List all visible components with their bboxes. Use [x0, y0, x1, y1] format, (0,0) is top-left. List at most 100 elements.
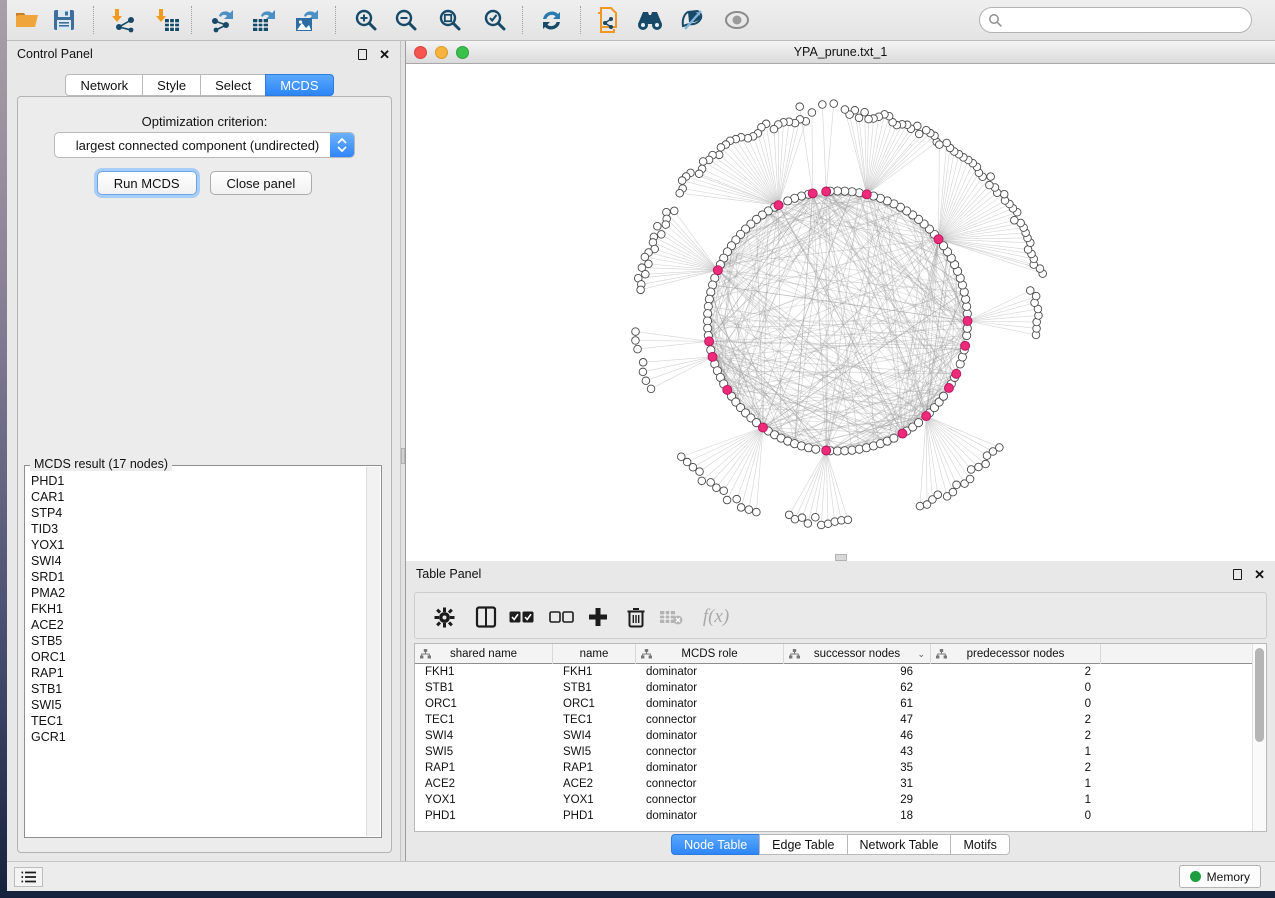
mcds-result-item[interactable]: RAP1	[31, 665, 366, 681]
import-table-icon	[155, 7, 181, 33]
tab-network[interactable]: Network	[65, 74, 142, 96]
mcds-result-item[interactable]: FKH1	[31, 601, 366, 617]
toolbar-separator	[191, 6, 192, 34]
node-table: shared name nameMCDS rolesuccessor nodes⌄…	[414, 643, 1267, 832]
table-header-row: shared name nameMCDS rolesuccessor nodes⌄…	[415, 644, 1252, 664]
table-row[interactable]: TEC1TEC1connector472	[415, 712, 1252, 728]
mcds-result-item[interactable]: SRD1	[31, 569, 366, 585]
mcds-result-item[interactable]: STB1	[31, 681, 366, 697]
table-cell: PHD1	[415, 810, 553, 822]
unchecked-boxes-icon	[549, 611, 574, 623]
delete-table-button[interactable]	[656, 602, 686, 632]
splitter-grip[interactable]	[401, 448, 405, 464]
tab-select[interactable]: Select	[200, 74, 265, 96]
table-row[interactable]: STB1STB1dominator620	[415, 680, 1252, 696]
show-column-button[interactable]	[471, 602, 501, 632]
document-share-icon	[595, 6, 621, 34]
import-network-button[interactable]	[106, 4, 142, 36]
export-network-button[interactable]	[204, 4, 240, 36]
mcds-result-item[interactable]: TEC1	[31, 713, 366, 729]
zoom-in-button[interactable]	[348, 4, 384, 36]
column-header-predecessor-nodes[interactable]: predecessor nodes	[931, 644, 1101, 664]
column-header-MCDS-role[interactable]: MCDS role	[636, 644, 784, 664]
mcds-result-item[interactable]: GCR1	[31, 729, 366, 745]
table-cell: 47	[784, 714, 931, 726]
zoom-selected-button[interactable]	[477, 4, 513, 36]
table-scrollbar[interactable]	[1252, 644, 1266, 831]
tab-motifs[interactable]: Motifs	[950, 834, 1009, 855]
float-panel-icon[interactable]	[358, 49, 367, 60]
mcds-result-item[interactable]: ORC1	[31, 649, 366, 665]
network-canvas[interactable]	[406, 64, 1275, 561]
tab-style[interactable]: Style	[142, 74, 200, 96]
optimization-criterion-select[interactable]: largest connected component (undirected)	[54, 132, 355, 158]
open-session-button[interactable]	[9, 4, 45, 36]
float-panel-icon[interactable]	[1233, 569, 1242, 580]
tab-edge-table[interactable]: Edge Table	[759, 834, 846, 855]
table-cell: dominator	[636, 698, 784, 710]
run-mcds-button[interactable]: Run MCDS	[97, 171, 197, 195]
table-row[interactable]: SWI5SWI5connector431	[415, 744, 1252, 760]
horizontal-splitter-grip[interactable]	[835, 554, 847, 561]
column-header-name[interactable]: name	[553, 644, 636, 664]
search-input[interactable]	[1002, 10, 1251, 30]
table-scrollbar-thumb[interactable]	[1255, 648, 1264, 742]
mcds-result-item[interactable]: PMA2	[31, 585, 366, 601]
mcds-result-item[interactable]: STP4	[31, 505, 366, 521]
export-table-button[interactable]	[246, 4, 282, 36]
zoom-out-button[interactable]	[388, 4, 424, 36]
mcds-result-item[interactable]: TID3	[31, 521, 366, 537]
column-label: shared name	[450, 648, 517, 660]
save-session-button[interactable]	[46, 4, 82, 36]
network-graph	[406, 64, 1275, 561]
table-cell: FKH1	[553, 666, 636, 678]
delete-column-button[interactable]	[621, 602, 651, 632]
select-value: largest connected component (undirected)	[55, 138, 330, 153]
import-table-button[interactable]	[150, 4, 186, 36]
select-all-button[interactable]	[506, 602, 536, 632]
export-image-button[interactable]	[289, 4, 325, 36]
add-column-button[interactable]	[583, 602, 613, 632]
sort-chevron-icon[interactable]: ⌄	[917, 649, 925, 660]
table-row[interactable]: YOX1YOX1connector291	[415, 792, 1252, 808]
deselect-all-button[interactable]	[546, 602, 576, 632]
show-details-button[interactable]	[719, 4, 755, 36]
mcds-result-item[interactable]: CAR1	[31, 489, 366, 505]
close-panel-button[interactable]: Close panel	[210, 171, 313, 195]
table-row[interactable]: RAP1RAP1dominator352	[415, 760, 1252, 776]
status-list-button[interactable]	[14, 867, 43, 887]
table-row[interactable]: PHD1PHD1dominator180	[415, 808, 1252, 824]
table-row[interactable]: SWI4SWI4dominator462	[415, 728, 1252, 744]
memory-button[interactable]: Memory	[1179, 865, 1261, 888]
tab-node-table[interactable]: Node Table	[671, 834, 759, 855]
close-panel-icon[interactable]: ✕	[379, 48, 390, 61]
mcds-result-item[interactable]: PHD1	[31, 473, 366, 489]
function-builder-button[interactable]: f(x)	[696, 602, 736, 632]
table-row[interactable]: FKH1FKH1dominator962	[415, 664, 1252, 680]
close-panel-icon[interactable]: ✕	[1254, 568, 1265, 581]
export-image-icon	[294, 7, 320, 33]
table-cell: 35	[784, 762, 931, 774]
mcds-result-item[interactable]: SWI4	[31, 553, 366, 569]
table-settings-button[interactable]	[429, 602, 459, 632]
mcds-result-item[interactable]: SWI5	[31, 697, 366, 713]
table-row[interactable]: ORC1ORC1dominator610	[415, 696, 1252, 712]
network-view-window: YPA_prune.txt_1	[406, 41, 1275, 561]
mcds-list-scrollbar[interactable]	[366, 467, 380, 836]
mcds-result-item[interactable]: YOX1	[31, 537, 366, 553]
mcds-result-item[interactable]: ACE2	[31, 617, 366, 633]
find-button[interactable]	[632, 4, 668, 36]
mcds-result-item[interactable]: STB5	[31, 633, 366, 649]
table-cell: 2	[931, 730, 1101, 742]
table-row[interactable]: ACE2ACE2connector311	[415, 776, 1252, 792]
refresh-button[interactable]	[533, 4, 569, 36]
tab-mcds[interactable]: MCDS	[265, 74, 333, 96]
clone-network-button[interactable]	[590, 4, 626, 36]
zoom-fit-button[interactable]	[432, 4, 468, 36]
tab-network-table[interactable]: Network Table	[847, 834, 951, 855]
column-header-successor-nodes[interactable]: successor nodes⌄	[784, 644, 931, 664]
hide-details-button[interactable]	[675, 4, 711, 36]
table-cell: 1	[931, 794, 1101, 806]
table-cell: TEC1	[415, 714, 553, 726]
column-header-shared-name[interactable]: shared name	[415, 644, 553, 664]
